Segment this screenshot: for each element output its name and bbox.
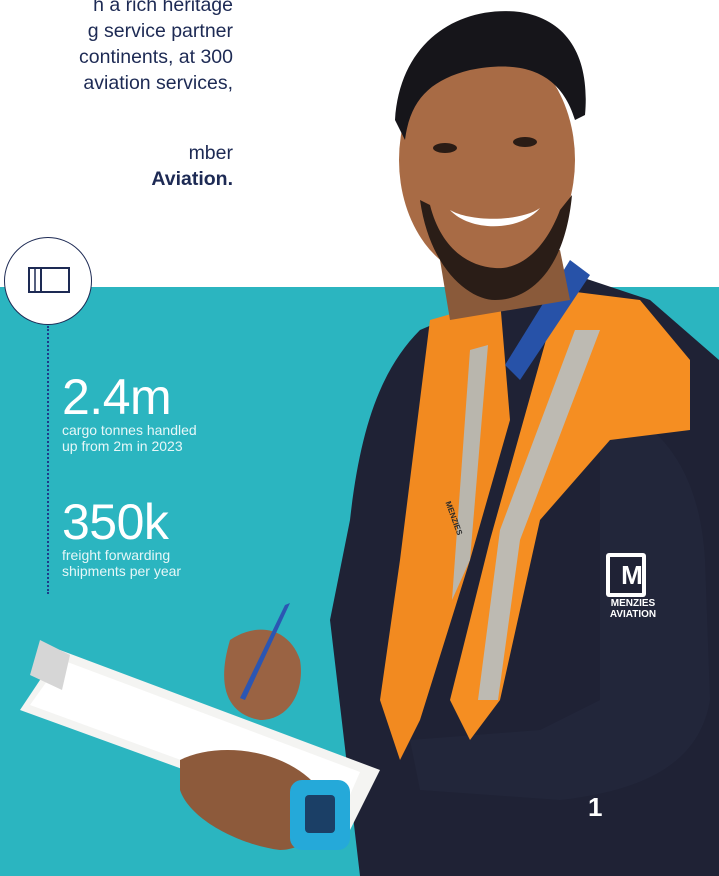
- cargo-icon-badge: [4, 237, 92, 325]
- stat-value: 350k: [62, 494, 169, 550]
- cargo-box-icon: [28, 267, 70, 293]
- sleeve-logo-line: AVIATION: [609, 609, 657, 620]
- sleeve-logo-line: MENZIES: [610, 598, 656, 609]
- stats-divider: [47, 326, 49, 594]
- stat-desc: shipments per year: [62, 563, 182, 579]
- stat-freight-shipments: 350k freight forwarding shipments per ye…: [62, 497, 181, 579]
- sleeve-logo: M MENZIES AVIATION: [598, 560, 658, 620]
- stat-desc: up from 2m in 2023: [62, 438, 183, 454]
- page-number: 1: [588, 792, 603, 822]
- stat-value: 2.4m: [62, 369, 172, 425]
- stat-cargo-tonnes: 2.4m cargo tonnes handled up from 2m in …: [62, 372, 197, 454]
- stat-desc: cargo tonnes handled: [62, 422, 197, 438]
- sleeve-logo-letter: M: [621, 560, 643, 590]
- stat-desc: freight forwarding: [62, 547, 171, 563]
